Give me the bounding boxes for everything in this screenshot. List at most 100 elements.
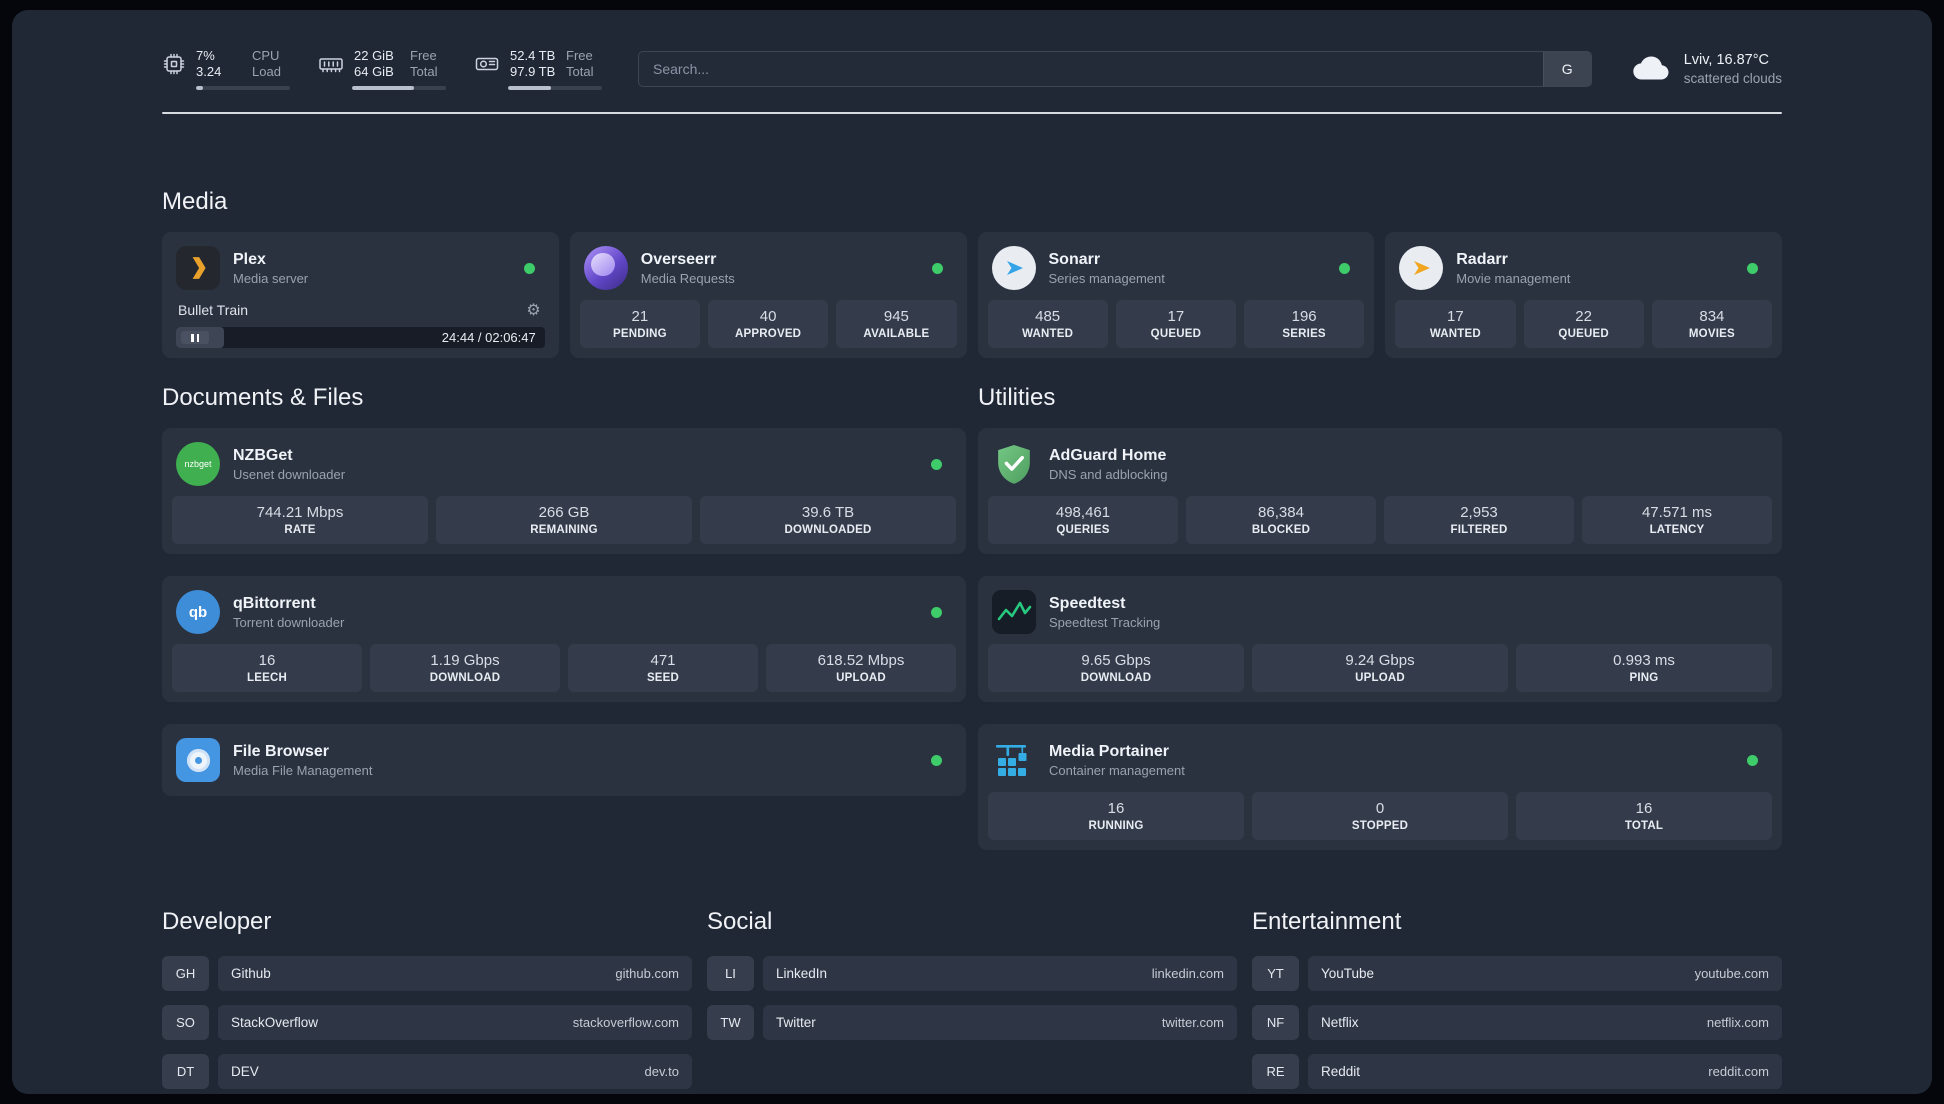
stat-tile: 834 MOVIES: [1651, 300, 1772, 348]
bookmark-name: Netflix: [1321, 1015, 1359, 1030]
stat-tile: 9.65 Gbps DOWNLOAD: [988, 644, 1244, 692]
storage-total-label: Total: [566, 64, 594, 79]
bookmark-abbr[interactable]: LI: [707, 956, 754, 991]
bookmark-abbr[interactable]: SO: [162, 1005, 209, 1040]
stat-tile: 47.571 ms LATENCY: [1582, 496, 1772, 544]
memory-progress-bar: [352, 86, 446, 90]
stat-value: 9.24 Gbps: [1345, 652, 1415, 669]
app-desc: Speedtest Tracking: [1049, 614, 1161, 630]
stat-label: UPLOAD: [1355, 672, 1405, 684]
app-card-qbittorrent[interactable]: qb qBittorrent Torrent downloader 16 LEE…: [162, 576, 966, 702]
bookmark-abbr[interactable]: GH: [162, 956, 209, 991]
bookmark-abbr[interactable]: RE: [1252, 1054, 1299, 1089]
stat-value: 498,461: [1055, 504, 1111, 521]
adguard-shield-icon: [992, 442, 1036, 486]
bookmark-reddit[interactable]: RE Reddit reddit.com: [1252, 1054, 1782, 1089]
stats-row: 16 LEECH 1.19 Gbps DOWNLOAD 471 SEED 618…: [172, 644, 956, 692]
stat-label: RUNNING: [1088, 820, 1144, 832]
stat-tile: 266 GB REMAINING: [436, 496, 692, 544]
bookmark-abbr[interactable]: YT: [1252, 956, 1299, 991]
stats-row: 16 RUNNING 0 STOPPED 16 TOTAL: [988, 792, 1772, 840]
stat-value: 17: [1167, 308, 1185, 325]
status-online-dot: [1339, 262, 1351, 274]
app-card-overseerr[interactable]: Overseerr Media Requests 21 PENDING 40 A…: [569, 232, 967, 358]
bookmark-url: stackoverflow.com: [572, 1015, 679, 1030]
stat-tile: 16 TOTAL: [1516, 792, 1772, 840]
app-desc: DNS and adblocking: [1049, 466, 1168, 482]
app-card-sonarr[interactable]: Sonarr Series management 485 WANTED 17 Q…: [977, 232, 1375, 358]
app-card-radarr[interactable]: Radarr Movie management 17 WANTED 22 QUE…: [1385, 232, 1782, 358]
cloud-icon: [1630, 52, 1672, 87]
stat-value: 834: [1699, 308, 1725, 325]
app-desc: Usenet downloader: [233, 466, 346, 482]
app-name: Media Portainer: [1049, 742, 1170, 760]
bookmark-stackoverflow[interactable]: SO StackOverflow stackoverflow.com: [162, 1005, 692, 1040]
topbar: 7% 3.24 CPU Load 22 GiB 64 GiB Free Tota…: [162, 10, 1782, 90]
stat-label: SERIES: [1282, 328, 1326, 340]
search-engine-button[interactable]: G: [1542, 52, 1591, 86]
bookmark-name: DEV: [231, 1064, 259, 1079]
playback-progress-bar[interactable]: 24:44 / 02:06:47: [176, 327, 545, 348]
bookmark-url: reddit.com: [1708, 1064, 1769, 1079]
stat-value: 86,384: [1258, 504, 1304, 521]
weather-condition: scattered clouds: [1683, 71, 1782, 86]
sonarr-icon: [991, 246, 1036, 290]
bookmark-name: Twitter: [776, 1015, 816, 1030]
stat-value: 47.571 ms: [1641, 504, 1713, 521]
search-input[interactable]: [639, 52, 1543, 86]
app-card-adguard[interactable]: AdGuard Home DNS and adblocking 498,461 …: [978, 428, 1782, 554]
gear-icon[interactable]: ⚙: [526, 300, 540, 320]
plex-icon: [176, 246, 220, 290]
topbar-divider: [162, 112, 1782, 114]
app-card-plex[interactable]: Plex Media server Bullet Train ⚙ 24:44 /…: [162, 232, 559, 358]
stat-label: LEECH: [247, 672, 287, 684]
stats-row: 485 WANTED 17 QUEUED 196 SERIES: [987, 300, 1365, 348]
bookmark-abbr[interactable]: DT: [162, 1054, 209, 1089]
storage-monitor: 52.4 TB 97.9 TB Free Total: [474, 48, 606, 90]
search-bar: G: [638, 51, 1592, 87]
stat-tile: 39.6 TB DOWNLOADED: [700, 496, 956, 544]
stat-tile: 1.19 Gbps DOWNLOAD: [370, 644, 560, 692]
bookmark-abbr[interactable]: NF: [1252, 1005, 1299, 1040]
stats-row: 21 PENDING 40 APPROVED 945 AVAILABLE: [579, 300, 957, 348]
bookmark-abbr[interactable]: TW: [707, 1005, 754, 1040]
stat-tile: 21 PENDING: [579, 300, 700, 348]
section-title-utilities: Utilities: [978, 384, 1056, 411]
app-card-nzbget[interactable]: nzbget NZBGet Usenet downloader 744.21 M…: [162, 428, 966, 554]
stat-tile: 0 STOPPED: [1252, 792, 1508, 840]
bookmark-dev[interactable]: DT DEV dev.to: [162, 1054, 692, 1089]
app-card-portainer[interactable]: Media Portainer Container management 16 …: [978, 724, 1782, 850]
stat-tile: 22 QUEUED: [1523, 300, 1644, 348]
bookmark-name: StackOverflow: [231, 1015, 319, 1030]
stat-value: 16: [1107, 800, 1125, 817]
stat-tile: 17 QUEUED: [1115, 300, 1236, 348]
stat-label: RATE: [284, 524, 316, 536]
status-online-dot: [523, 262, 535, 274]
bookmark-url: linkedin.com: [1151, 966, 1224, 981]
stat-value: 0.993 ms: [1613, 652, 1675, 669]
section-title-media: Media: [162, 188, 228, 215]
stat-tile: 2,953 FILTERED: [1384, 496, 1574, 544]
stat-value: 744.21 Mbps: [256, 504, 344, 521]
weather-widget[interactable]: Lviv, 16.87°C scattered clouds: [1630, 51, 1782, 87]
bookmark-github[interactable]: GH Github github.com: [162, 956, 692, 991]
bookmark-netflix[interactable]: NF Netflix netflix.com: [1252, 1005, 1782, 1040]
stat-label: QUERIES: [1056, 524, 1110, 536]
stat-tile: 9.24 Gbps UPLOAD: [1252, 644, 1508, 692]
stat-value: 22: [1575, 308, 1592, 325]
bookmark-twitter[interactable]: TW Twitter twitter.com: [707, 1005, 1237, 1040]
bookmark-linkedin[interactable]: LI LinkedIn linkedin.com: [707, 956, 1237, 991]
storage-free-value: 52.4 TB: [510, 48, 556, 63]
stat-value: 485: [1035, 308, 1061, 325]
stats-row: 498,461 QUERIES 86,384 BLOCKED 2,953 FIL…: [988, 496, 1772, 544]
cpu-progress-bar: [196, 86, 290, 90]
app-card-filebrowser[interactable]: File Browser Media File Management: [162, 724, 966, 796]
stat-label: PENDING: [612, 328, 667, 340]
bookmark-youtube[interactable]: YT YouTube youtube.com: [1252, 956, 1782, 991]
pause-button[interactable]: [181, 331, 209, 344]
app-card-speedtest[interactable]: Speedtest Speedtest Tracking 9.65 Gbps D…: [978, 576, 1782, 702]
app-desc: Torrent downloader: [233, 614, 345, 630]
bookmark-url: twitter.com: [1161, 1015, 1224, 1030]
memory-free-value: 22 GiB: [354, 48, 394, 63]
stat-value: 471: [650, 652, 676, 669]
